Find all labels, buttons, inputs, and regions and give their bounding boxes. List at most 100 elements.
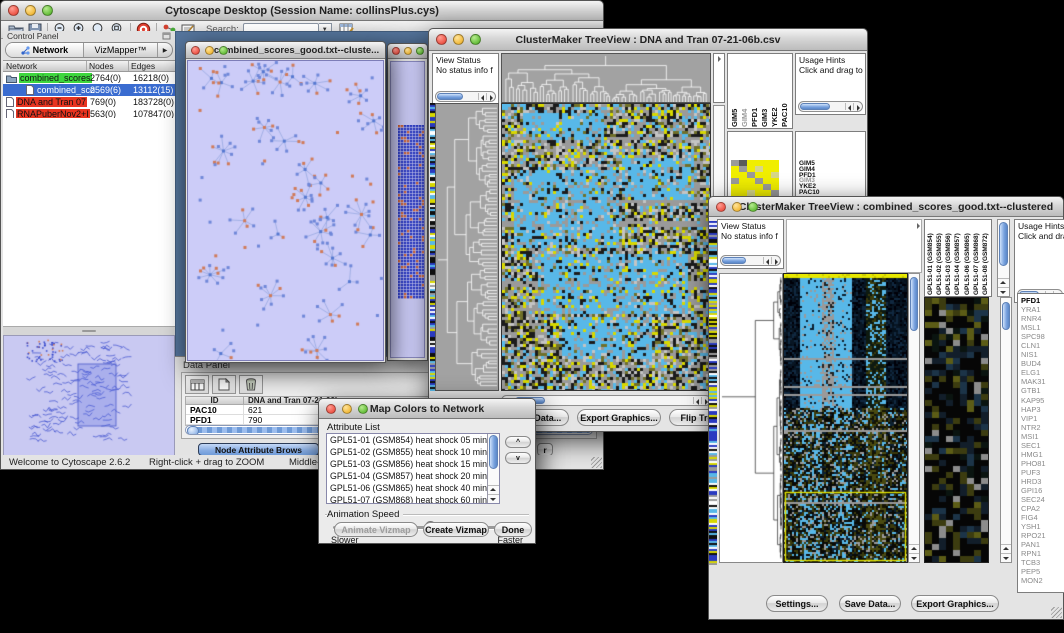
heatmap-vscrollbar[interactable] <box>908 273 920 563</box>
done-button[interactable]: Done <box>494 522 532 537</box>
main-titlebar[interactable]: Cytoscape Desktop (Session Name: collins… <box>1 1 603 21</box>
gene-label[interactable]: GTB1 <box>1021 386 1064 395</box>
column-label[interactable]: GPL51-08 (GSM872) <box>981 221 990 295</box>
column-dendrogram[interactable] <box>501 53 711 103</box>
gene-label[interactable]: MON2 <box>1021 576 1064 585</box>
gene-label[interactable]: MAK31 <box>1021 377 1064 386</box>
global-view-strip[interactable] <box>709 221 717 565</box>
select-attributes-icon[interactable] <box>185 375 209 394</box>
new-attribute-icon[interactable] <box>212 375 236 394</box>
column-label[interactable]: PAC10 <box>780 55 790 127</box>
row-dendrogram[interactable] <box>719 273 783 563</box>
zoom-button[interactable] <box>470 34 481 45</box>
gene-label[interactable]: TCB3 <box>1021 558 1064 567</box>
attribute-list-vscrollbar[interactable] <box>487 434 499 503</box>
data-column-id[interactable]: ID <box>186 397 244 404</box>
gene-label[interactable]: SPC98 <box>1021 332 1064 341</box>
zoom-button[interactable] <box>358 404 368 414</box>
column-label[interactable]: GPL51-01 (GSM854) <box>926 221 935 295</box>
network-canvas-area[interactable] <box>187 60 384 361</box>
gene-label[interactable]: YSH1 <box>1021 522 1064 531</box>
resize-grip[interactable] <box>1051 607 1062 618</box>
minimize-button[interactable] <box>342 404 352 414</box>
gene-label[interactable]: VIP1 <box>1021 414 1064 423</box>
save-data-button[interactable]: Save Data... <box>839 595 901 612</box>
column-label[interactable]: GIM5 <box>730 55 740 127</box>
dialog-titlebar[interactable]: Map Colors to Network <box>319 399 535 419</box>
attribute-item[interactable]: GPL51-01 (GSM854) heat shock 05 min <box>327 434 487 446</box>
zoom-heatmap-vscrollbar[interactable] <box>1000 297 1012 563</box>
column-header-nodes[interactable]: Nodes <box>87 61 129 71</box>
network2-titlebar[interactable] <box>388 44 427 59</box>
export-graphics-button[interactable]: Export Graphics... <box>911 595 999 612</box>
column-label[interactable]: GPL51-04 (GSM857) <box>953 221 962 295</box>
network-overview-canvas[interactable] <box>4 336 174 456</box>
attribute-item[interactable]: GPL51-06 (GSM865) heat shock 40 min <box>327 482 487 494</box>
zoom-button[interactable] <box>42 5 53 16</box>
zoom-button[interactable] <box>219 46 228 55</box>
column-label[interactable]: GPL51-06 (GSM865) <box>963 221 972 295</box>
gene-label[interactable]: MSI1 <box>1021 432 1064 441</box>
zoom-button[interactable] <box>416 47 424 55</box>
heatmap[interactable] <box>501 103 711 391</box>
column-label[interactable]: YKE2 <box>770 55 780 127</box>
view-status-scrollbar[interactable] <box>435 91 496 102</box>
tab-network[interactable]: Network <box>6 43 84 57</box>
treeview-combined-titlebar[interactable]: ClusterMaker TreeView : combined_scores_… <box>709 197 1063 217</box>
move-up-button[interactable]: ^ <box>505 436 531 448</box>
gene-label[interactable]: PFD1 <box>1021 296 1064 305</box>
column-header-network[interactable]: Network <box>3 61 87 71</box>
attribute-item[interactable]: GPL51-02 (GSM855) heat shock 10 min <box>327 446 487 458</box>
network-titlebar[interactable]: combined_scores_good.txt--cluste... <box>186 42 385 59</box>
gene-label[interactable]: RNR4 <box>1021 314 1064 323</box>
column-label[interactable]: GPL51-07 (GSM868) <box>972 221 981 295</box>
network-row[interactable]: combined_scores2764(0)16218(0) <box>3 72 175 84</box>
correlation-matrix[interactable] <box>731 160 779 196</box>
attribute-item[interactable]: GPL51-03 (GSM856) heat shock 15 min <box>327 458 487 470</box>
minimize-button[interactable] <box>453 34 464 45</box>
gene-label[interactable]: YRA1 <box>1021 305 1064 314</box>
column-label[interactable]: GIM3 <box>760 55 770 127</box>
gene-label[interactable]: MSL1 <box>1021 323 1064 332</box>
gene-label[interactable]: CLN1 <box>1021 341 1064 350</box>
gene-label[interactable]: HAP3 <box>1021 405 1064 414</box>
network-row[interactable]: DNA and Tran 07769(0)183728(0) <box>3 96 175 108</box>
gene-label[interactable]: BUD4 <box>1021 359 1064 368</box>
column-header-edges[interactable]: Edges <box>129 61 175 71</box>
row-dendrogram[interactable] <box>435 103 499 391</box>
resize-grip[interactable] <box>591 457 602 468</box>
attribute-listbox[interactable]: GPL51-01 (GSM854) heat shock 05 minGPL51… <box>326 433 500 504</box>
close-button[interactable] <box>326 404 336 414</box>
tab-overflow-button[interactable]: ▶ <box>158 43 172 57</box>
gene-label[interactable]: SEC1 <box>1021 441 1064 450</box>
minimize-button[interactable] <box>404 47 412 55</box>
gene-label[interactable]: KAP95 <box>1021 396 1064 405</box>
move-down-button[interactable]: v <box>505 452 531 464</box>
delete-attribute-icon[interactable] <box>239 375 263 394</box>
gene-label[interactable]: HRD3 <box>1021 477 1064 486</box>
gene-label[interactable]: NIS1 <box>1021 350 1064 359</box>
gene-label[interactable]: GPI16 <box>1021 486 1064 495</box>
attribute-item[interactable]: GPL51-07 (GSM868) heat shock 60 min <box>327 494 487 504</box>
gene-label[interactable]: RPN1 <box>1021 549 1064 558</box>
usage-hints-scrollbar[interactable] <box>798 101 863 112</box>
gene-label[interactable]: PAC10 <box>796 190 865 196</box>
create-vizmap-button[interactable]: Create Vizmap <box>423 522 489 537</box>
view-status-scrollbar[interactable] <box>720 255 781 266</box>
close-button[interactable] <box>191 46 200 55</box>
minimize-button[interactable] <box>732 202 742 212</box>
network2-canvas-area[interactable] <box>390 61 425 358</box>
zoom-heatmap[interactable] <box>924 297 989 563</box>
export-graphics-button[interactable]: Export Graphics... <box>577 409 661 426</box>
gene-label[interactable]: HMG1 <box>1021 450 1064 459</box>
close-button[interactable] <box>436 34 447 45</box>
close-button[interactable] <box>8 5 19 16</box>
column-label[interactable]: GIM4 <box>740 55 750 127</box>
treeview-dna-titlebar[interactable]: ClusterMaker TreeView : DNA and Tran 07-… <box>429 29 867 51</box>
panel-splitter[interactable] <box>3 327 175 335</box>
gene-label[interactable]: PAN1 <box>1021 540 1064 549</box>
gene-label[interactable]: PHO81 <box>1021 459 1064 468</box>
gene-label[interactable]: NTR2 <box>1021 423 1064 432</box>
tab-vizmapper[interactable]: VizMapper™ <box>84 43 158 57</box>
network-row[interactable]: combined_sco2569(6)13112(15) <box>3 84 175 96</box>
